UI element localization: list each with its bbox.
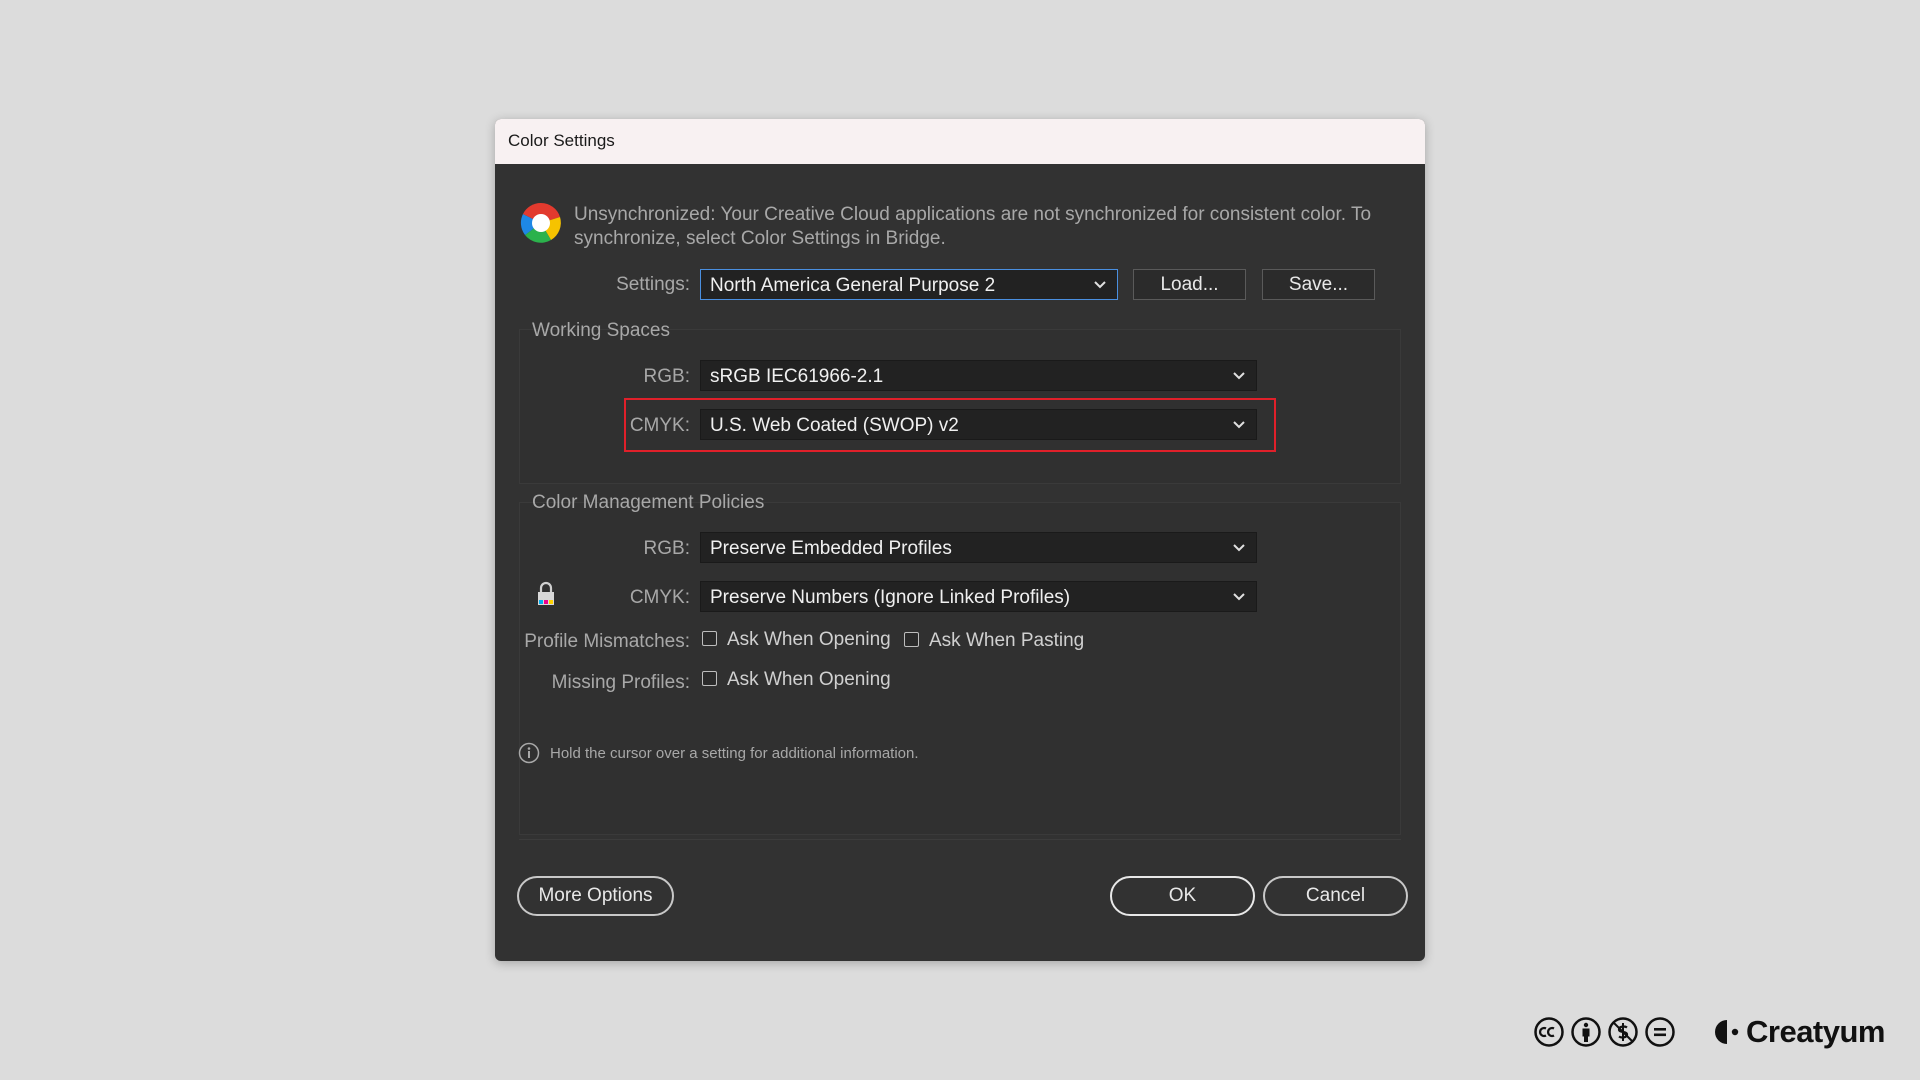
title-bar[interactable]: Color Settings [495, 119, 1425, 164]
policies-heading: Color Management Policies [532, 492, 765, 513]
chevron-down-icon [1094, 281, 1106, 289]
cc-icon [1533, 1016, 1565, 1048]
chevron-down-icon [1233, 372, 1245, 380]
ask-when-opening-checkbox[interactable] [702, 631, 717, 646]
noncommercial-icon [1607, 1016, 1639, 1048]
color-settings-dialog: Color Settings Unsynchronized: Your Crea… [495, 119, 1425, 961]
policy-rgb-label: RGB: [643, 538, 690, 559]
sync-message: Unsynchronized: Your Creative Cloud appl… [574, 204, 1372, 249]
ws-cmyk-label: CMYK: [629, 415, 690, 436]
bottom-divider [519, 839, 1401, 840]
missing-profiles-label: Missing Profiles: [551, 672, 690, 693]
info-text: Hold the cursor over a setting for addit… [550, 745, 919, 762]
info-icon [518, 742, 540, 764]
missing-ask-when-opening-checkbox[interactable] [702, 671, 717, 686]
window-title: Color Settings [508, 131, 615, 150]
ok-button[interactable]: OK [1110, 876, 1255, 916]
save-button[interactable]: Save... [1262, 269, 1375, 300]
ws-rgb-select[interactable]: sRGB IEC61966-2.1 [700, 360, 1257, 391]
cancel-button[interactable]: Cancel [1263, 876, 1408, 916]
ws-cmyk-select[interactable]: U.S. Web Coated (SWOP) v2 [700, 409, 1257, 440]
policy-cmyk-label: CMYK: [629, 587, 690, 608]
missing-ask-when-opening-label: Ask When Opening [727, 669, 891, 690]
noderivatives-icon [1644, 1016, 1676, 1048]
policy-rgb-value: Preserve Embedded Profiles [710, 538, 952, 559]
creatyum-logo-icon [1715, 1020, 1739, 1044]
ws-rgb-label: RGB: [643, 366, 690, 387]
settings-value: North America General Purpose 2 [710, 275, 996, 296]
policy-cmyk-select[interactable]: Preserve Numbers (Ignore Linked Profiles… [700, 581, 1257, 612]
settings-label: Settings: [616, 274, 690, 295]
ask-when-pasting-checkbox[interactable] [904, 632, 919, 647]
attribution-icon [1570, 1016, 1602, 1048]
ask-when-pasting-label: Ask When Pasting [929, 630, 1085, 651]
chevron-down-icon [1233, 544, 1245, 552]
chevron-down-icon [1233, 421, 1245, 429]
load-button[interactable]: Load... [1133, 269, 1246, 300]
lock-icon [538, 581, 554, 605]
color-wheel-icon [520, 202, 561, 243]
more-options-button[interactable]: More Options [517, 876, 674, 916]
chevron-down-icon [1233, 593, 1245, 601]
ws-cmyk-value: U.S. Web Coated (SWOP) v2 [710, 415, 959, 436]
brand-name: Creatyum [1746, 1014, 1886, 1049]
settings-select[interactable]: North America General Purpose 2 [700, 269, 1118, 300]
working-spaces-heading: Working Spaces [532, 320, 670, 341]
ws-rgb-value: sRGB IEC61966-2.1 [710, 366, 884, 387]
ask-when-opening-label: Ask When Opening [727, 629, 891, 650]
policy-rgb-select[interactable]: Preserve Embedded Profiles [700, 532, 1257, 563]
profile-mismatches-label: Profile Mismatches: [524, 631, 690, 652]
policy-cmyk-value: Preserve Numbers (Ignore Linked Profiles… [710, 587, 1071, 608]
